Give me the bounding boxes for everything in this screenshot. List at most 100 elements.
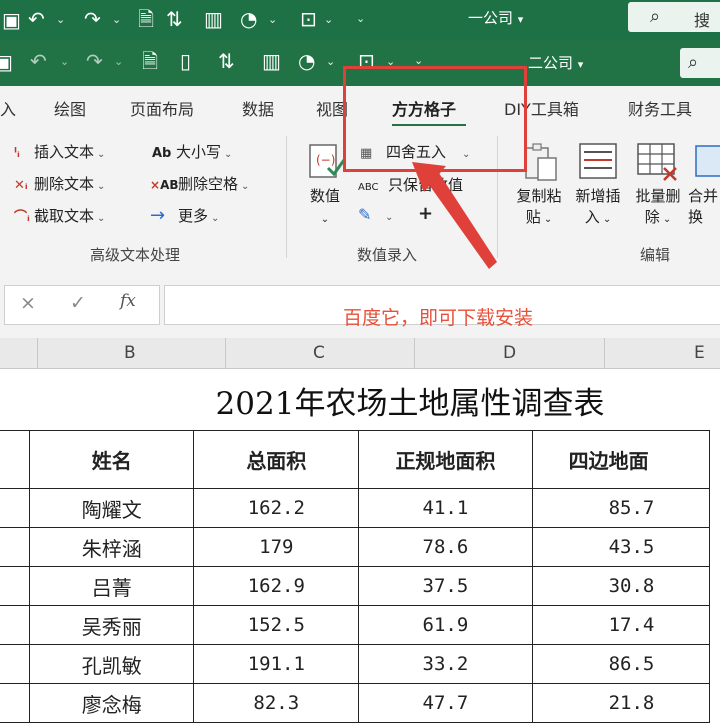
copy-paste-label-1: 复制粘 — [516, 187, 562, 205]
delete-text-button[interactable]: ✕ᵢ 删除文本 ⌄ — [14, 173, 105, 194]
document-icon-main[interactable]: 🗎 — [142, 51, 158, 71]
annotation-text: 百度它，即可下载安装 — [343, 307, 534, 329]
table-cell[interactable]: 47.7 — [358, 683, 533, 723]
chart-icon[interactable]: ▥ — [204, 9, 223, 29]
column-header-b[interactable]: B — [124, 343, 136, 363]
select-dropdown-icon[interactable]: ⌄ — [324, 13, 333, 26]
table-header-cell[interactable]: 正规地面积 — [358, 430, 533, 489]
case-label: 大小写 — [176, 143, 222, 161]
delete-text-label: 删除文本 — [34, 175, 95, 193]
table-cell[interactable]: 30.8 — [531, 566, 711, 606]
table-header-cell[interactable]: 四边地面 — [531, 430, 711, 489]
table-cell[interactable]: 85.7 — [531, 488, 711, 528]
tab-insert[interactable]: 入 — [0, 96, 16, 120]
table-cell[interactable] — [0, 605, 31, 645]
select-object-icon[interactable]: ⊡ — [300, 9, 317, 29]
shapes-icon[interactable]: ◔ — [240, 9, 257, 29]
table-cell[interactable]: 61.9 — [358, 605, 533, 645]
table-cell[interactable] — [0, 488, 31, 528]
batch-insert-icon — [578, 142, 620, 186]
table-cell[interactable]: 43.5 — [531, 527, 711, 567]
table-cell[interactable]: 廖念梅 — [29, 683, 195, 723]
table-cell[interactable]: 吴秀丽 — [29, 605, 195, 645]
undo-dropdown-icon[interactable]: ⌄ — [56, 13, 65, 26]
shapes-dropdown-icon[interactable]: ⌄ — [268, 13, 277, 26]
table-cell[interactable] — [0, 430, 31, 489]
tab-draw[interactable]: 绘图 — [54, 96, 86, 120]
batch-delete-button[interactable]: 批量删除 ⌄ — [628, 186, 688, 230]
table-cell[interactable]: 33.2 — [358, 644, 533, 684]
extract-text-icon: ⌒ᵢ — [14, 210, 30, 225]
redo-icon-main[interactable]: ↷ — [86, 51, 103, 71]
shapes-dropdown-icon-main[interactable]: ⌄ — [326, 55, 335, 68]
extract-text-label: 截取文本 — [34, 207, 95, 225]
sort-icon[interactable]: ⇅ — [166, 9, 183, 29]
copy-paste-button[interactable]: 复制粘贴 ⌄ — [510, 186, 568, 230]
table-cell[interactable]: 孔凯敏 — [29, 644, 195, 684]
table-cell[interactable]: 78.6 — [358, 527, 533, 567]
table-cell[interactable]: 朱梓涵 — [29, 527, 195, 567]
table-cell[interactable] — [0, 566, 31, 606]
redo-icon[interactable]: ↷ — [84, 9, 101, 29]
table-cell[interactable]: 41.1 — [358, 488, 533, 528]
keep-value-button[interactable]: ABC 只保留数值 — [358, 174, 463, 195]
tab-finance-tools[interactable]: 财务工具 — [628, 96, 692, 120]
undo-icon[interactable]: ↶ — [28, 9, 45, 29]
table-header-row: 姓名 总面积 正规地面积 四边地面 — [0, 430, 711, 489]
table-cell[interactable] — [0, 644, 31, 684]
table-cell[interactable] — [0, 527, 31, 567]
table-cell[interactable]: 162.9 — [193, 566, 360, 606]
extract-text-button[interactable]: ⌒ᵢ 截取文本 ⌄ — [14, 205, 105, 226]
merge-label-1: 合并 — [688, 187, 719, 205]
redo-dropdown-icon-main[interactable]: ⌄ — [114, 55, 123, 68]
undo-icon-main[interactable]: ↶ — [30, 51, 47, 71]
table-cell[interactable]: 152.5 — [193, 605, 360, 645]
shapes-icon-main[interactable]: ◔ — [298, 51, 315, 71]
table-row: 廖念梅 82.3 47.7 21.8 — [0, 683, 711, 723]
confirm-icon[interactable]: ✓ — [70, 292, 86, 314]
table-cell[interactable]: 86.5 — [531, 644, 711, 684]
table-cell[interactable] — [0, 683, 31, 723]
more-button[interactable]: → 更多 ⌄ — [150, 205, 219, 226]
batch-insert-button[interactable]: 新增插入 ⌄ — [568, 186, 628, 230]
insert-function-icon[interactable]: fx — [120, 291, 136, 311]
column-header-e[interactable]: E — [694, 343, 705, 363]
table-cell[interactable]: 吕菁 — [29, 566, 195, 606]
group-separator — [286, 136, 287, 258]
qa-more-icon[interactable]: ⌄ — [356, 12, 365, 25]
table-cell[interactable]: 179 — [193, 527, 360, 567]
undo-dropdown-icon-main[interactable]: ⌄ — [60, 55, 69, 68]
table-cell[interactable]: 17.4 — [531, 605, 711, 645]
edit-number-button[interactable]: ✎ ⌄ — [358, 205, 393, 224]
column-header-c[interactable]: C — [313, 343, 325, 363]
delete-space-button[interactable]: ×AB删除空格 ⌄ — [150, 173, 249, 194]
tab-page-layout[interactable]: 页面布局 — [130, 96, 194, 120]
value-button[interactable]: 数值 ⌄ — [302, 186, 348, 230]
search-box-main[interactable]: ⌕ — [680, 48, 720, 78]
table-row: 陶耀文 162.2 41.1 85.7 — [0, 488, 711, 528]
save-icon[interactable]: ▣ — [2, 10, 21, 30]
cancel-icon[interactable]: × — [20, 292, 36, 314]
table-cell[interactable]: 37.5 — [358, 566, 533, 606]
table-cell[interactable]: 162.2 — [193, 488, 360, 528]
page-icon-main[interactable]: ▯ — [180, 51, 191, 71]
table-cell[interactable]: 82.3 — [193, 683, 360, 723]
table-header-cell[interactable]: 姓名 — [29, 430, 195, 489]
sort-icon-main[interactable]: ⇅ — [218, 51, 235, 71]
save-icon-main[interactable]: ▣ — [0, 52, 13, 72]
tab-data[interactable]: 数据 — [242, 96, 274, 120]
search-box-top[interactable]: ⌕ 搜 — [628, 2, 720, 32]
group-label-number-entry: 数值录入 — [357, 246, 418, 264]
case-button[interactable]: Ab 大小写 ⌄ — [152, 141, 232, 162]
table-header-cell[interactable]: 总面积 — [193, 430, 360, 489]
table-cell[interactable]: 191.1 — [193, 644, 360, 684]
table-cell[interactable]: 21.8 — [531, 683, 711, 723]
chart-icon-main[interactable]: ▥ — [262, 51, 281, 71]
column-header-d[interactable]: D — [503, 343, 516, 363]
document-icon[interactable]: 🗎 — [138, 9, 154, 29]
insert-text-button[interactable]: ᴵᵢ 插入文本 ⌄ — [14, 141, 105, 162]
table-cell[interactable]: 陶耀文 — [29, 488, 195, 528]
merge-button[interactable]: 合并换 — [688, 186, 720, 228]
add-button[interactable]: + — [418, 203, 433, 224]
redo-dropdown-icon[interactable]: ⌄ — [112, 13, 121, 26]
